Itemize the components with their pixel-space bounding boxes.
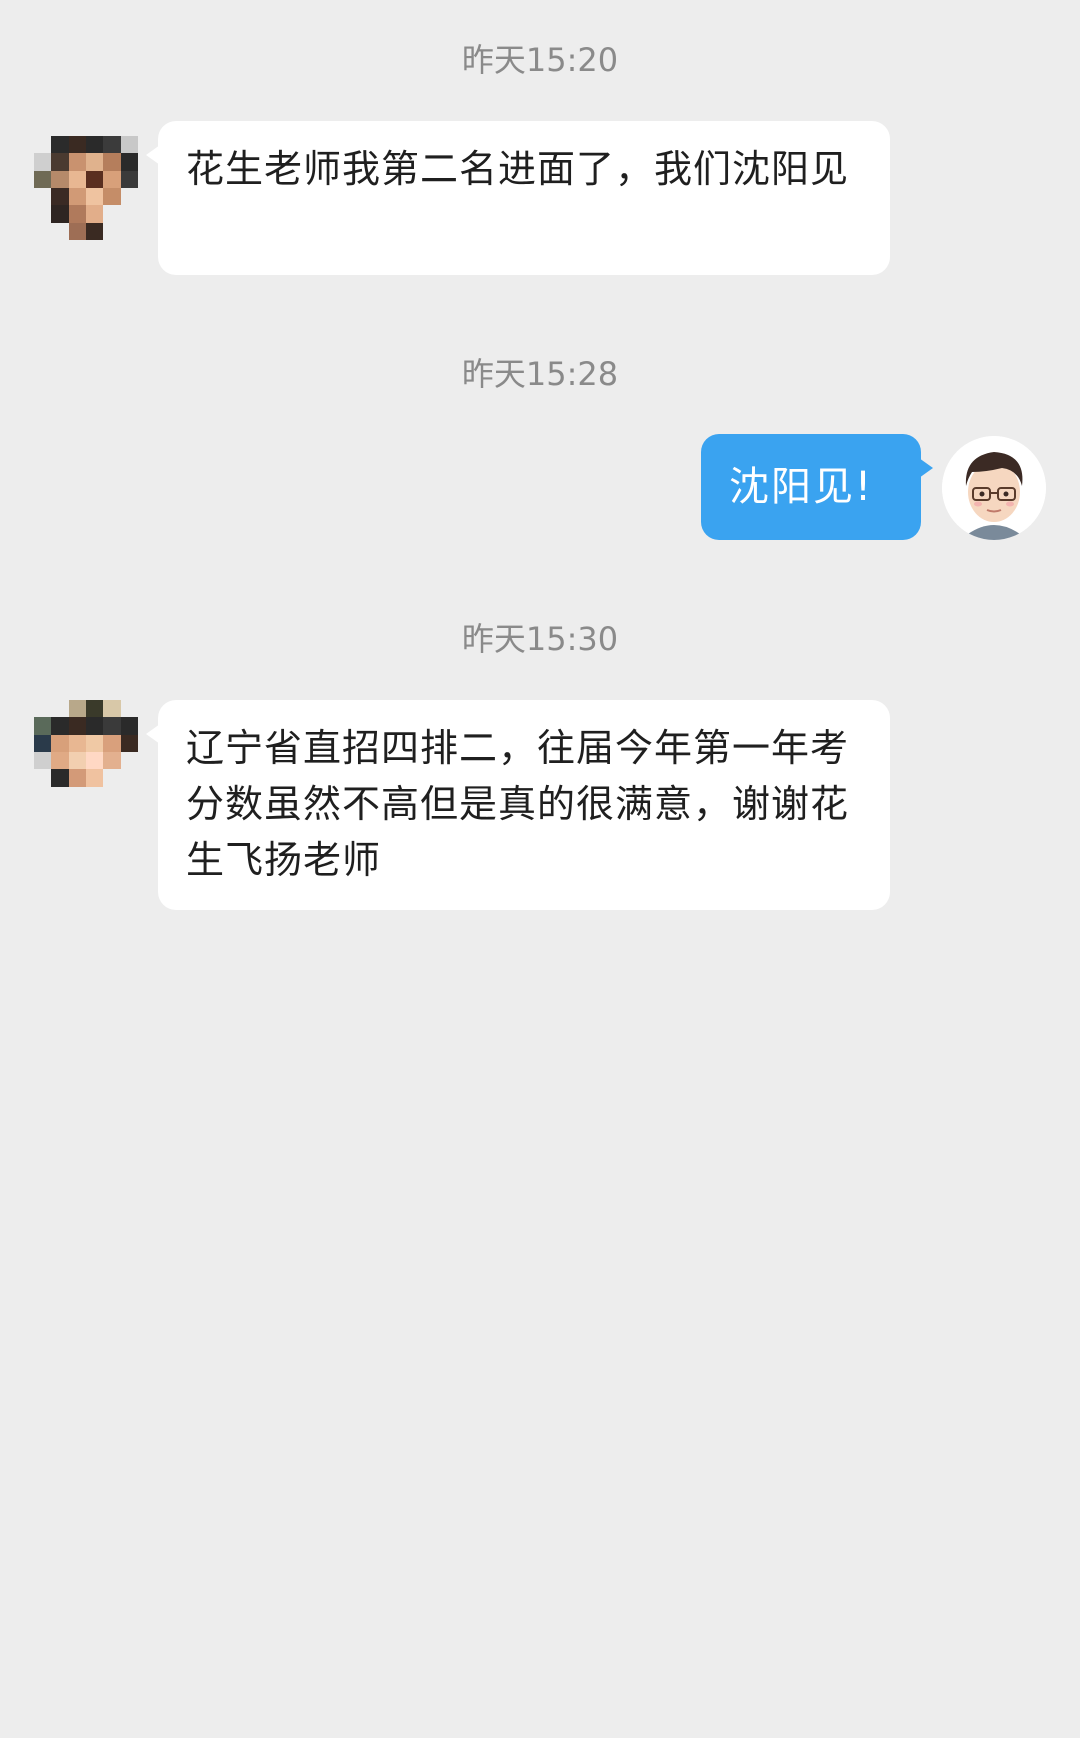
message-text-1: 花生老师我第二名进面了，我们沈阳见 [186,147,850,191]
teacher-avatar-icon[interactable] [942,436,1046,540]
cartoon-teacher-icon [942,436,1046,540]
message-bubble-2[interactable]: 沈阳见! [701,434,933,540]
message-bubble-1[interactable]: 花生老师我第二名进面了，我们沈阳见 [146,121,890,275]
timestamp-1: 昨天15:20 [461,41,619,79]
student-avatar-icon-2[interactable] [34,700,138,804]
timestamp-2: 昨天15:28 [461,355,619,393]
message-bubble-3[interactable]: 辽宁省直招四排二，往届今年第一年考分数虽然不高但是真的很满意，谢谢花生飞扬老师 [146,700,890,910]
message-text-2: 沈阳见! [729,464,874,510]
message-text-3: 辽宁省直招四排二，往届今年第一年考分数虽然不高但是真的很满意，谢谢花生飞扬老师 [186,726,850,882]
student-avatar-icon[interactable] [34,136,138,240]
timestamp-3: 昨天15:30 [461,620,619,658]
